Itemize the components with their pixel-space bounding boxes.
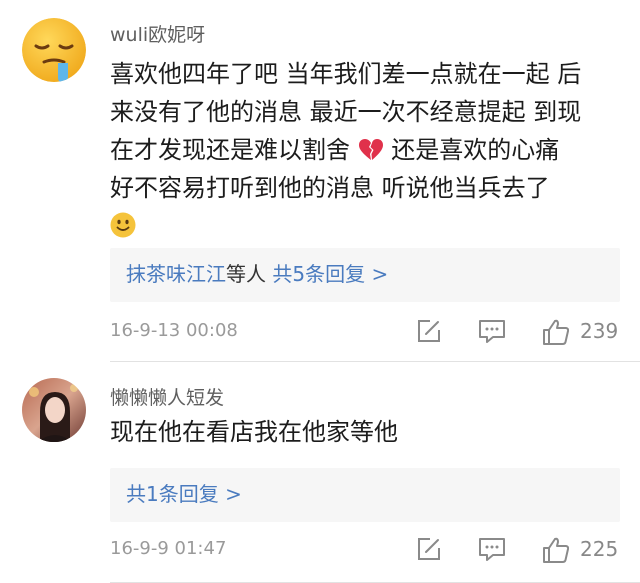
broken-heart-emoji [358, 139, 383, 160]
smile-emoji [110, 212, 136, 238]
thumbs-up-icon [543, 319, 570, 345]
edit-icon [418, 538, 440, 560]
reply-button[interactable] [478, 318, 506, 346]
comment-icon [479, 320, 505, 343]
comment-line: 来没有了他的消息 最近一次不经意提起 到现 [110, 98, 582, 126]
timestamp: 16-9-9 01:47 [110, 538, 227, 559]
comment-line [110, 207, 620, 245]
edit-button[interactable] [416, 318, 442, 346]
comment-text: 喜欢他四年了吧 当年我们差一点就在一起 后 来没有了他的消息 最近一次不经意提起… [110, 55, 620, 245]
reply-button[interactable] [478, 536, 506, 564]
crying-emoji-avatar[interactable] [22, 18, 86, 82]
comment-line: 好不容易打听到他的消息 听说他当兵去了 [110, 174, 550, 202]
comment-line: 现在他在看店我在他家等他 [110, 418, 398, 446]
timestamp: 16-9-13 00:08 [110, 320, 238, 341]
edit-icon [418, 320, 440, 342]
view-replies-button[interactable]: 共1条回复 > [110, 468, 620, 522]
comment-line-part: 还是喜欢的心痛 [391, 136, 560, 164]
comment-list: wuli欧妮呀 喜欢他四年了吧 当年我们差一点就在一起 后 来没有了他的消息 最… [0, 0, 640, 583]
username[interactable]: wuli欧妮呀 [110, 20, 205, 47]
comment-line-part: 在才发现还是难以割舍 [110, 136, 350, 164]
reply-count-link[interactable]: 共1条回复 > [126, 480, 242, 508]
edit-button[interactable] [416, 536, 442, 564]
reply-users-link[interactable]: 抹茶味江江 [126, 262, 226, 286]
comment-line: 喜欢他四年了吧 当年我们差一点就在一起 后 [110, 60, 582, 88]
comment-line: 在才发现还是难以割舍 还是喜欢的心痛 [110, 131, 620, 169]
reply-count-link[interactable]: 共5条回复 > [272, 262, 388, 286]
comment-item: 懒懒懒人短发 现在他在看店我在他家等他 共1条回复 > 16-9-9 01:47 [0, 362, 640, 583]
reply-users-suffix: 等人 [226, 262, 266, 286]
comment-text: 现在他在看店我在他家等他 [110, 413, 620, 451]
like-count: 239 [580, 319, 619, 343]
thumbs-up-icon [543, 537, 570, 563]
comment-meta: 16-9-13 00:08 239 [110, 312, 640, 352]
like-count: 225 [580, 537, 619, 561]
comment-item: wuli欧妮呀 喜欢他四年了吧 当年我们差一点就在一起 后 来没有了他的消息 最… [0, 0, 640, 362]
like-button[interactable]: 239 [542, 318, 632, 346]
comment-meta: 16-9-9 01:47 225 [110, 530, 640, 570]
view-replies-button[interactable]: 抹茶味江江等人 共5条回复 > [110, 248, 620, 302]
user-photo-avatar[interactable] [22, 378, 86, 442]
username[interactable]: 懒懒懒人短发 [110, 383, 224, 410]
like-button[interactable]: 225 [542, 536, 632, 564]
comment-icon [479, 538, 505, 561]
